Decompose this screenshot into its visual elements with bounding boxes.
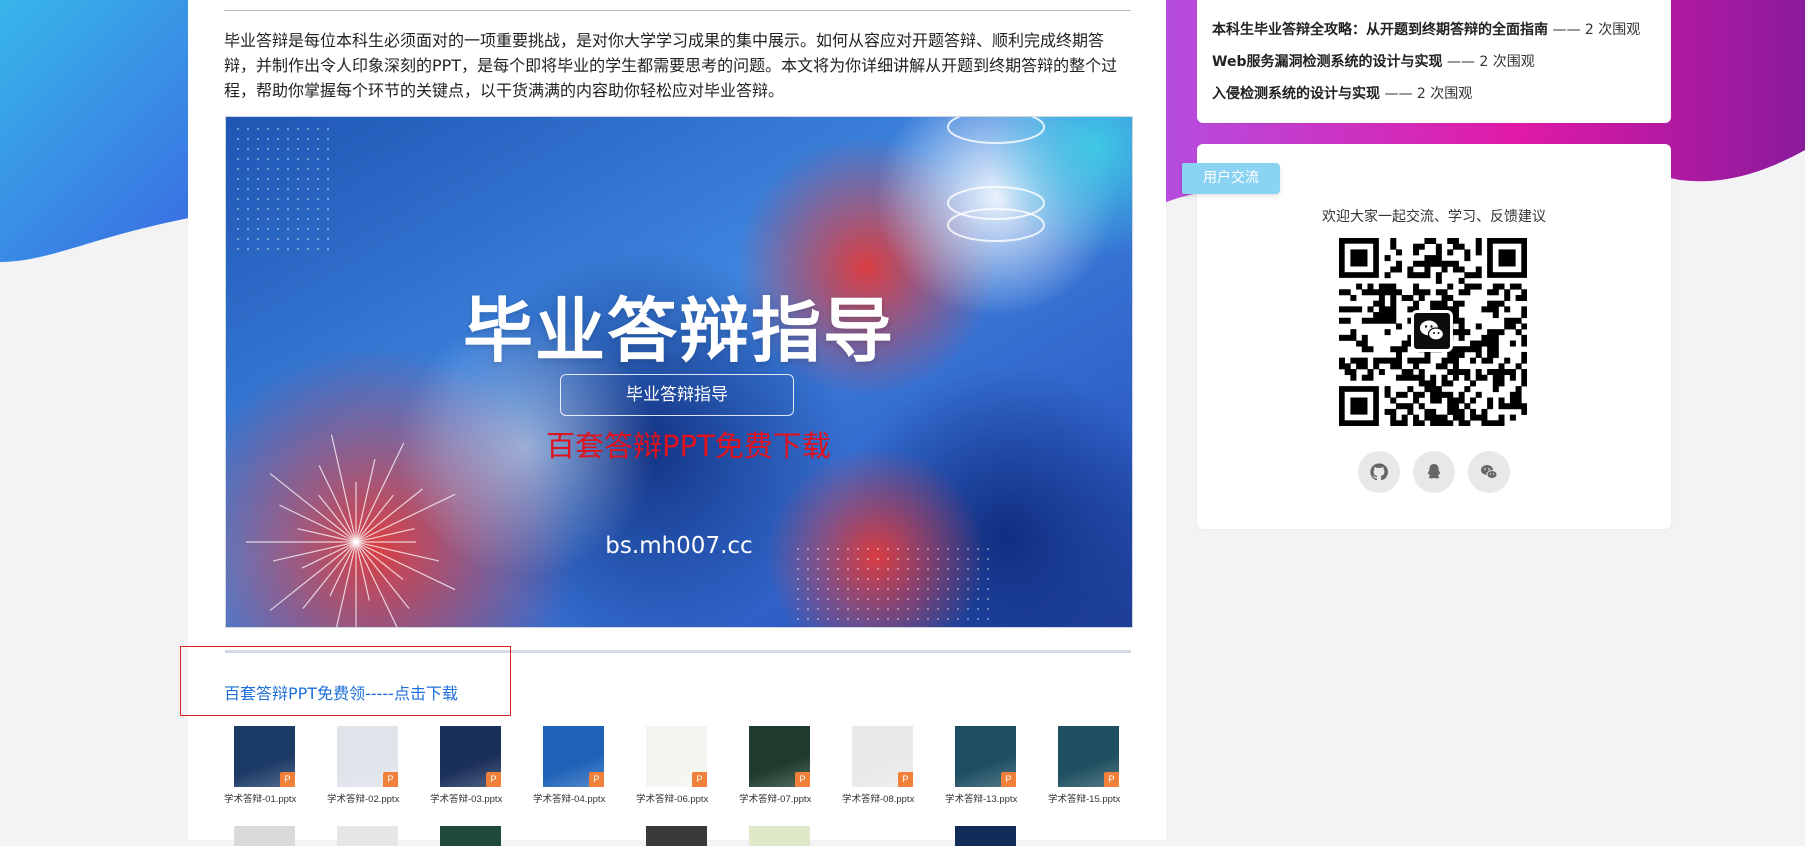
ppt-thumbnail: P [852,726,913,787]
ppt-file-name: 学术答辩-06.pptx [636,794,709,805]
ppt-file-icon: P [795,772,810,787]
download-link[interactable]: 百套答辩PPT免费领-----点击下载 [224,680,458,704]
banner-title: 毕业答辩指导 [463,290,895,372]
qq-icon[interactable] [1413,451,1455,493]
article-banner-image: 毕业答辩指导 毕业答辩指导 百套答辩PPT免费下载 bs.mh007.cc [225,116,1133,628]
ppt-thumbnail: P [955,726,1016,787]
ppt-file-name: 学术答辩-15.pptx [1048,794,1121,805]
community-welcome-text: 欢迎大家一起交流、学习、反馈建议 [1322,209,1546,225]
ppt-file-icon: P [1104,772,1119,787]
ppt-file-item[interactable]: P 学术答辩-02.pptx [327,726,407,805]
banner-promo-text: 百套答辩PPT免费下载 [546,429,831,463]
ppt-file-item-partial[interactable] [234,826,295,846]
top-divider [224,10,1131,11]
article-item-title: 本科生毕业答辩全攻略：从开题到终期答辩的全面指南 [1212,22,1548,38]
ppt-file-item-partial[interactable] [955,826,1016,846]
ppt-file-icon: P [589,772,604,787]
wechat-icon[interactable] [1468,451,1511,493]
github-icon[interactable] [1357,451,1400,493]
ppt-file-item-partial[interactable] [646,826,707,846]
ppt-thumbnail: P [1058,726,1119,787]
user-community-card: 欢迎大家一起交流、学习、反馈建议 [1197,144,1671,529]
ppt-file-name: 学术答辩-04.pptx [533,794,606,805]
article-item[interactable]: Web服务漏洞检测系统的设计与实现 —— 2 次围观 [1212,51,1535,71]
ppt-file-item[interactable]: P 学术答辩-03.pptx [430,726,510,805]
banner-subtitle-box: 毕业答辩指导 [560,374,794,416]
ppt-file-item-partial[interactable] [749,826,810,846]
article-item-views: —— 2 次围观 [1548,22,1641,38]
ppt-file-name: 学术答辩-13.pptx [945,794,1018,805]
ppt-file-icon: P [692,772,707,787]
ppt-thumbnail: P [543,726,604,787]
ppt-file-name: 学术答辩-02.pptx [327,794,400,805]
recent-articles-card: 本科生毕业答辩全攻略：从开题到终期答辩的全面指南 —— 2 次围观 Web服务漏… [1197,0,1671,123]
social-links [1197,451,1671,497]
ppt-file-item[interactable]: P 学术答辩-13.pptx [945,726,1025,805]
ppt-file-name: 学术答辩-01.pptx [224,794,297,805]
ppt-file-name: 学术答辩-07.pptx [739,794,812,805]
article-item-views: —— 2 次围观 [1380,86,1473,102]
ppt-file-item[interactable]: P 学术答辩-06.pptx [636,726,716,805]
ppt-thumbnail: P [440,726,501,787]
ppt-thumbnail: P [749,726,810,787]
ppt-file-name: 学术答辩-08.pptx [842,794,915,805]
ppt-thumbnail: P [234,726,295,787]
ppt-file-icon: P [486,772,501,787]
article-item[interactable]: 本科生毕业答辩全攻略：从开题到终期答辩的全面指南 —— 2 次围观 [1212,19,1640,39]
ppt-file-icon: P [1001,772,1016,787]
ppt-file-item[interactable]: P 学术答辩-01.pptx [224,726,304,805]
ppt-file-item-partial[interactable] [440,826,501,846]
ppt-file-item[interactable]: P 学术答辩-04.pptx [533,726,613,805]
ppt-thumbnail: P [646,726,707,787]
article-content: 毕业答辩是每位本科生必须面对的一项重要挑战，是对你大学学习成果的集中展示。如何从… [180,0,1166,846]
article-item[interactable]: 入侵检测系统的设计与实现 —— 2 次围观 [1212,83,1472,103]
ppt-file-name: 学术答辩-03.pptx [430,794,503,805]
user-community-tag: 用户交流 [1182,163,1280,194]
ppt-thumbnail: P [337,726,398,787]
article-item-views: —— 2 次围观 [1442,54,1535,70]
article-item-title: 入侵检测系统的设计与实现 [1212,86,1380,102]
wechat-qr-code [1339,238,1527,426]
ppt-file-item-partial[interactable] [337,826,398,846]
ppt-file-item[interactable]: P 学术答辩-08.pptx [842,726,922,805]
article-intro: 毕业答辩是每位本科生必须面对的一项重要挑战，是对你大学学习成果的集中展示。如何从… [224,31,1118,100]
ppt-file-icon: P [898,772,913,787]
ppt-file-item[interactable]: P 学术答辩-15.pptx [1048,726,1128,805]
banner-url: bs.mh007.cc [605,533,753,559]
article-item-title: Web服务漏洞检测系统的设计与实现 [1212,54,1443,70]
ppt-file-icon: P [280,772,295,787]
ppt-file-item[interactable]: P 学术答辩-07.pptx [739,726,819,805]
ppt-file-icon: P [383,772,398,787]
